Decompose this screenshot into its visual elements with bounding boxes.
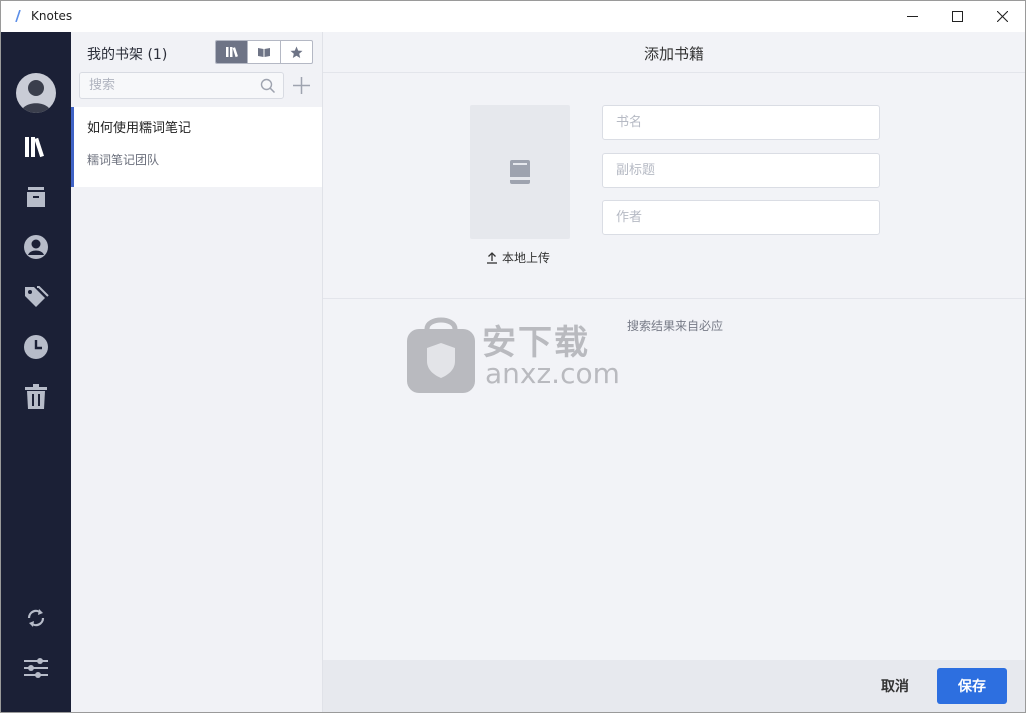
search-source-note: 搜索结果来自必应 [627, 319, 724, 333]
bookshelf-panel: 我的书架 (1) 搜索 如何使用糯词笔记 糯词笔记团队 [71, 32, 323, 712]
trash-icon [25, 384, 47, 409]
archive-box-icon [27, 187, 45, 207]
book-name-field[interactable] [603, 106, 879, 139]
nav-sync[interactable] [21, 603, 51, 633]
search-input[interactable] [80, 73, 255, 98]
local-upload-button[interactable]: 本地上传 [486, 249, 550, 266]
clock-icon [24, 335, 48, 359]
app-logo-icon [15, 10, 21, 22]
cancel-button[interactable]: 取消 [881, 676, 909, 696]
view-switcher [215, 40, 313, 64]
nav-tags[interactable] [21, 282, 51, 312]
subtitle-field[interactable] [603, 154, 879, 187]
add-book-button[interactable] [291, 75, 311, 95]
user-circle-icon [24, 235, 48, 259]
open-book-view-button[interactable] [248, 41, 281, 63]
add-book-panel: 添加书籍 本地上传 书名 副标题 作者 安下载 anxz.com 搜索结果来自必… [323, 32, 1025, 712]
user-avatar-icon [21, 80, 51, 113]
book-title: 如何使用糯词笔记 [87, 121, 192, 136]
window-title: Knotes [31, 9, 73, 23]
minimize-button[interactable] [889, 1, 935, 32]
watermark-subtext: anxz.com [485, 357, 620, 390]
author-field[interactable] [603, 201, 879, 234]
app-window: Knotes 我的书架 (1) 搜索 如何使用糯词笔记 糯词笔记团队 添加书籍 … [0, 0, 1026, 713]
star-view-button[interactable] [281, 41, 312, 63]
maximize-icon [951, 11, 963, 22]
author-field-wrap [602, 200, 880, 235]
save-button[interactable]: 保存 [937, 668, 1007, 704]
book-icon [510, 160, 530, 184]
upload-icon [487, 251, 497, 264]
sliders-icon [24, 658, 48, 678]
cover-placeholder[interactable] [470, 105, 570, 239]
sync-icon [27, 609, 45, 627]
shelf-title: 我的书架 (1) [87, 47, 168, 63]
footer-bar: 取消 保存 [323, 660, 1025, 712]
nav-trash[interactable] [21, 382, 51, 412]
close-icon [996, 11, 1008, 22]
search-icon[interactable] [260, 78, 276, 94]
nav-settings[interactable] [21, 653, 51, 683]
maximize-button[interactable] [934, 1, 980, 32]
star-view-icon [290, 46, 303, 58]
plus-icon [292, 76, 310, 94]
minimize-icon [906, 16, 918, 17]
open-book-view-icon [257, 48, 270, 57]
bookshelf-view-button[interactable] [216, 41, 249, 63]
nav-history[interactable] [21, 332, 51, 362]
search-box [79, 72, 284, 99]
book-list-item[interactable]: 如何使用糯词笔记 糯词笔记团队 [71, 107, 322, 187]
bookshelf-icon [25, 137, 44, 158]
subtitle-field-wrap [602, 153, 880, 188]
tags-icon [25, 286, 49, 307]
watermark: 安下载 anxz.com [405, 315, 625, 401]
nav-profile[interactable] [21, 232, 51, 262]
nav-inbox[interactable] [21, 182, 51, 212]
close-window-button[interactable] [979, 1, 1025, 32]
book-author: 糯词笔记团队 [87, 153, 160, 167]
upload-label: 本地上传 [502, 251, 551, 265]
avatar[interactable] [16, 73, 56, 113]
panel-header: 添加书籍 [323, 32, 1025, 73]
nav-rail [1, 32, 71, 712]
bookshelf-view-icon [225, 47, 238, 58]
nav-library[interactable] [21, 132, 51, 162]
shield-bag-icon [407, 317, 475, 393]
title-bar: Knotes [1, 1, 1025, 32]
section-divider [323, 298, 1025, 299]
book-name-field-wrap [602, 105, 880, 140]
page-title: 添加书籍 [643, 45, 704, 63]
